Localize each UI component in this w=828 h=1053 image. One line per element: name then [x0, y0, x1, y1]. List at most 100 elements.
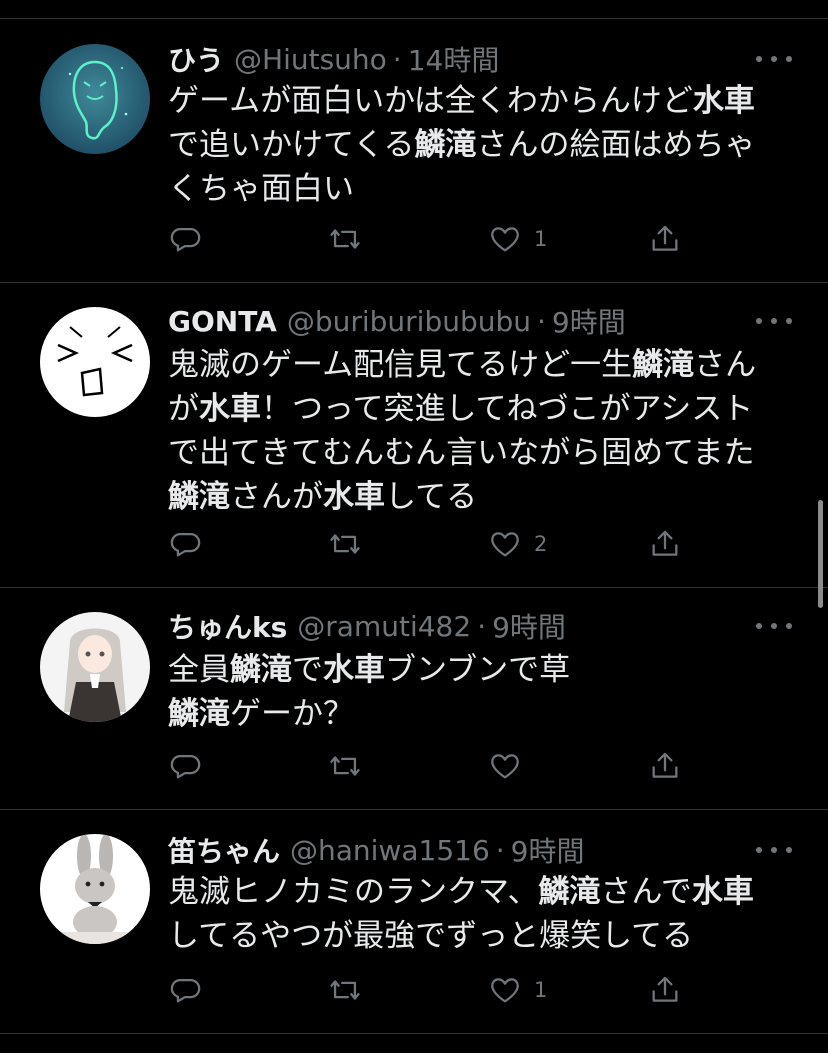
tweet-text-line: が水車！つって突進してねづこがアシスト [168, 387, 788, 431]
text-segment: さんが [230, 479, 323, 515]
text-segment: で出てきてむんむん言いながら固めてまた [168, 435, 755, 471]
avatar[interactable] [40, 44, 150, 154]
tweet-header: ちゅんks @ramuti482 · 9時間 [168, 606, 566, 646]
highlighted-keyword: 鱗滝 [538, 874, 601, 910]
username[interactable]: @haniwa1516 [290, 834, 490, 867]
like-count: 2 [534, 532, 548, 556]
highlighted-keyword: 鱗滝 [230, 652, 292, 688]
tweet-text-line: 全員鱗滝で水車ブンブンで草 [168, 648, 788, 692]
tweet-header: GONTA @buriburibububu · 9時間 [168, 301, 626, 341]
highlighted-keyword: 水車 [323, 652, 385, 688]
retweet-icon [330, 756, 360, 776]
text-segment: で追いかけてくる [168, 127, 415, 163]
tweet[interactable]: GONTA @buriburibububu · 9時間 鬼滅のゲーム配信見てるけ… [0, 283, 828, 588]
retweet-icon [330, 229, 360, 249]
more-options-icon[interactable] [756, 616, 792, 636]
retweet-button[interactable] [328, 524, 362, 564]
text-segment: してるやつが最強でずっと爆笑してる [168, 918, 694, 954]
tweet-actions [168, 746, 708, 786]
heart-icon [491, 754, 519, 779]
timestamp[interactable]: 9時間 [492, 606, 566, 646]
tweet-text-line: ゲームが面白いかは全くわからんけど水車 [168, 79, 788, 123]
tweet-text-line: 鬼滅ヒノカミのランクマ、鱗滝さんで水車 [168, 870, 788, 914]
share-button[interactable] [648, 524, 682, 564]
text-segment: ゲーか？ [230, 696, 354, 732]
display-name[interactable]: ちゅんks [168, 606, 287, 646]
tweet-text-line: で追いかけてくる鱗滝さんの絵面はめちゃ [168, 123, 788, 167]
share-button[interactable] [648, 746, 682, 786]
share-button[interactable] [648, 219, 682, 259]
text-segment: ゲームが面白いかは全くわからんけど [168, 83, 693, 119]
tweet-text-line: くちゃ面白い [168, 167, 788, 211]
avatar[interactable] [40, 307, 150, 417]
text-segment: くちゃ面白い [168, 171, 354, 207]
reply-icon [170, 227, 201, 252]
tweet-actions: 1 [168, 970, 708, 1010]
avatar[interactable] [40, 834, 150, 944]
separator-dot: · [495, 833, 505, 867]
tweet[interactable]: ちゅんks @ramuti482 · 9時間 全員鱗滝で水車ブンブンで草 鱗滝ゲー… [0, 588, 828, 810]
retweet-button[interactable] [328, 970, 362, 1010]
text-segment: さん [694, 347, 757, 383]
reply-button[interactable] [168, 746, 202, 786]
separator-dot: · [537, 304, 546, 338]
tweet-header: 笛ちゃん @haniwa1516 · 9時間 [168, 830, 585, 870]
like-count: 1 [534, 227, 548, 251]
like-button[interactable]: 1 [488, 219, 547, 259]
like-button[interactable]: 2 [488, 524, 547, 564]
tweet[interactable]: ひう @Hiutsuho · 14時間 ゲームが面白いかは全くわからんけど水車で… [0, 19, 828, 283]
tweet-text-line: 鱗滝ゲーか？ [168, 692, 788, 736]
username[interactable]: @Hiutsuho [234, 43, 387, 76]
retweet-button[interactable] [328, 746, 362, 786]
scrollbar[interactable] [818, 500, 823, 608]
highlighted-keyword: 鱗滝 [414, 127, 477, 163]
share-icon [652, 530, 678, 556]
reply-icon [170, 978, 201, 1003]
username[interactable]: @ramuti482 [297, 610, 471, 643]
share-icon [652, 752, 678, 778]
tweet-text: 鬼滅のゲーム配信見てるけど一生鱗滝さん が水車！つって突進してねづこがアシストで出… [168, 343, 788, 519]
like-button[interactable]: 1 [488, 970, 547, 1010]
display-name[interactable]: 笛ちゃん [168, 830, 280, 870]
share-icon [652, 225, 678, 251]
highlighted-keyword: 鱗滝 [632, 347, 695, 383]
highlighted-keyword: 水車 [691, 874, 754, 910]
avatar[interactable] [40, 612, 150, 722]
separator-dot: · [477, 609, 487, 643]
more-options-icon[interactable] [756, 49, 792, 69]
timestamp[interactable]: 9時間 [511, 830, 585, 870]
retweet-icon [330, 534, 360, 554]
display-name[interactable]: ひう [168, 39, 224, 79]
tweet-actions: 2 [168, 524, 708, 564]
tweet-text-line: してるやつが最強でずっと爆笑してる [168, 914, 788, 958]
text-segment: で [292, 652, 323, 688]
display-name[interactable]: GONTA [168, 305, 277, 338]
text-segment: さんの絵面はめちゃ [476, 127, 756, 163]
tweet-text: ゲームが面白いかは全くわからんけど水車 で追いかけてくる鱗滝さんの絵面はめちゃ くち… [168, 79, 788, 211]
username[interactable]: @buriburibububu [287, 305, 531, 338]
highlighted-keyword: 鱗滝 [168, 479, 230, 515]
highlighted-keyword: 水車 [692, 83, 755, 119]
more-options-icon[interactable] [756, 840, 792, 860]
timestamp[interactable]: 9時間 [552, 301, 626, 341]
tweet-actions: 1 [168, 219, 708, 259]
tweet-text-line: 鬼滅のゲーム配信見てるけど一生鱗滝さん [168, 343, 788, 387]
more-options-icon[interactable] [756, 311, 792, 331]
retweet-button[interactable] [328, 219, 362, 259]
highlighted-keyword: 水車 [323, 479, 385, 515]
reply-button[interactable] [168, 219, 202, 259]
reply-button[interactable] [168, 970, 202, 1010]
reply-icon [170, 754, 201, 779]
tweet-header: ひう @Hiutsuho · 14時間 [168, 39, 499, 79]
text-segment: さんで [600, 874, 692, 910]
reply-button[interactable] [168, 524, 202, 564]
tweet-text: 鬼滅ヒノカミのランクマ、鱗滝さんで水車してるやつが最強でずっと爆笑してる [168, 870, 788, 958]
highlighted-keyword: 鱗滝 [168, 696, 230, 732]
text-segment: ブンブンで草 [385, 652, 571, 688]
share-button[interactable] [648, 970, 682, 1010]
text-segment: 鬼滅ヒノカミのランクマ、 [168, 874, 539, 910]
tweet[interactable]: 笛ちゃん @haniwa1516 · 9時間 鬼滅ヒノカミのランクマ、鱗滝さんで… [0, 810, 828, 1034]
like-button[interactable] [488, 746, 534, 786]
share-icon [652, 976, 678, 1002]
timestamp[interactable]: 14時間 [408, 39, 500, 79]
